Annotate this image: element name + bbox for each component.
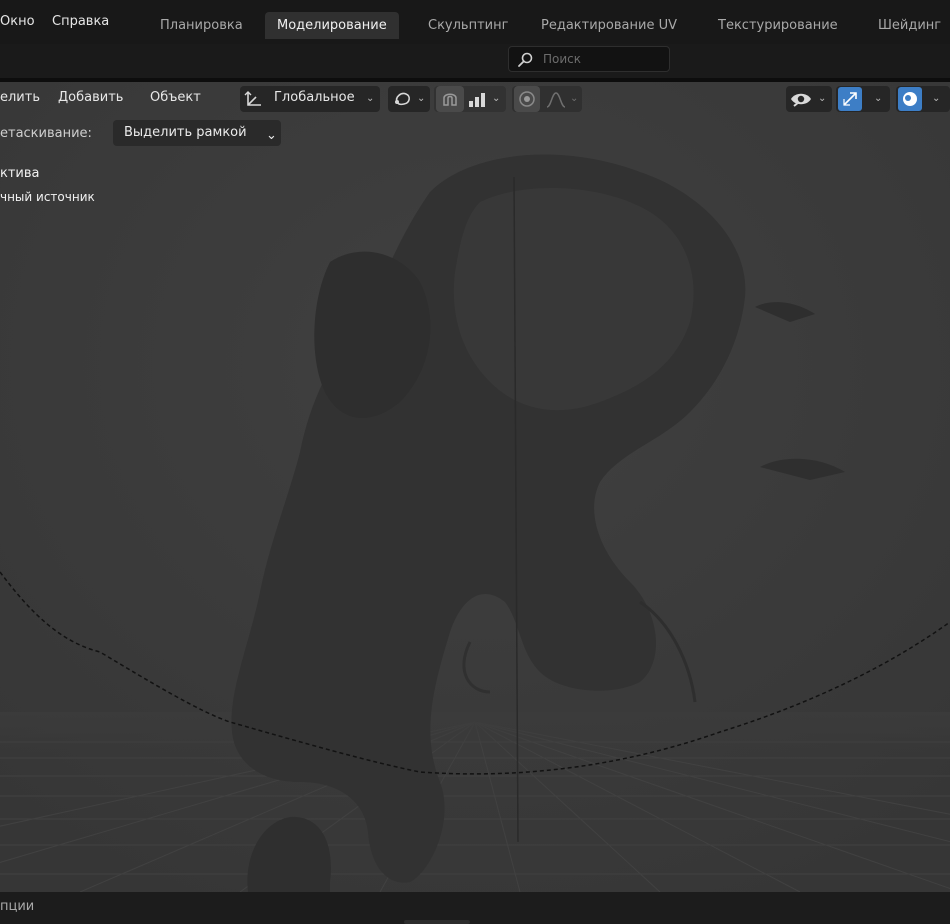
transform-orientation-dropdown[interactable]: Глобальное ⌄ bbox=[240, 86, 380, 112]
tab-uv-editing[interactable]: Редактирование UV bbox=[529, 12, 689, 39]
viewport-object-name: чный источник bbox=[0, 190, 95, 204]
overlays-icon bbox=[903, 92, 917, 106]
search-input[interactable]: Поиск bbox=[508, 46, 670, 72]
overlays-toggle[interactable] bbox=[898, 87, 922, 111]
transform-orientation-icon bbox=[244, 91, 261, 106]
top-bar: Окно Справка Планировка Моделирование Ск… bbox=[0, 0, 950, 44]
tab-layout[interactable]: Планировка bbox=[148, 12, 255, 39]
status-text: пции bbox=[0, 899, 35, 914]
visibility-eye-icon bbox=[791, 93, 811, 107]
chevron-down-icon: ⌄ bbox=[570, 93, 579, 104]
proportional-editing-icon bbox=[519, 91, 535, 107]
menu-select[interactable]: елить bbox=[0, 90, 40, 105]
drag-mode-value: Выделить рамкой bbox=[124, 125, 247, 140]
tab-shading[interactable]: Шейдинг bbox=[866, 12, 950, 39]
drag-mode-label: етаскивание: bbox=[0, 126, 92, 141]
chevron-down-icon: ⌄ bbox=[874, 93, 883, 104]
chevron-down-icon: ⌄ bbox=[818, 93, 827, 104]
chevron-down-icon: ⌄ bbox=[366, 93, 375, 104]
search-row: Поиск bbox=[0, 44, 950, 78]
menu-add[interactable]: Добавить bbox=[58, 90, 123, 105]
drag-mode-dropdown[interactable]: Выделить рамкой ⌄ bbox=[113, 120, 281, 146]
status-bar: пции bbox=[0, 892, 950, 924]
orientation-label: Глобальное bbox=[274, 90, 355, 105]
menu-help[interactable]: Справка bbox=[52, 14, 109, 29]
gizmo-icon bbox=[843, 92, 857, 106]
viewport-view-name: ктива bbox=[0, 166, 40, 181]
gizmo-dropdown[interactable]: ⌄ bbox=[836, 86, 890, 112]
falloff-curve-icon[interactable] bbox=[546, 91, 566, 109]
3d-viewport[interactable]: елить Добавить Объект Глобальное ⌄ ⌄ ⌄ ⌄… bbox=[0, 82, 950, 892]
search-icon bbox=[518, 52, 533, 67]
overlays-dropdown[interactable]: ⌄ bbox=[896, 86, 950, 112]
status-resize-handle[interactable] bbox=[404, 920, 470, 924]
menu-object[interactable]: Объект bbox=[150, 90, 201, 105]
snap-magnet-icon bbox=[443, 93, 457, 106]
snap-group: ⌄ bbox=[434, 86, 506, 112]
gizmo-toggle[interactable] bbox=[838, 87, 862, 111]
proportional-editing-group: ⌄ bbox=[512, 86, 582, 112]
snap-toggle[interactable] bbox=[436, 86, 464, 112]
snap-increment-icon[interactable] bbox=[468, 91, 488, 109]
pivot-point-dropdown[interactable]: ⌄ bbox=[388, 86, 430, 112]
tab-modeling[interactable]: Моделирование bbox=[265, 12, 399, 39]
visibility-dropdown[interactable]: ⌄ bbox=[786, 86, 832, 112]
viewport-scene bbox=[0, 82, 950, 892]
tab-sculpting[interactable]: Скульптинг bbox=[416, 12, 520, 39]
proportional-editing-toggle[interactable] bbox=[514, 86, 540, 112]
search-placeholder: Поиск bbox=[543, 52, 582, 66]
chevron-down-icon: ⌄ bbox=[266, 128, 277, 143]
chevron-down-icon: ⌄ bbox=[417, 93, 426, 104]
chevron-down-icon: ⌄ bbox=[492, 93, 501, 104]
viewport-header: елить Добавить Объект Глобальное ⌄ ⌄ ⌄ ⌄… bbox=[0, 82, 950, 116]
menu-window[interactable]: Окно bbox=[0, 14, 35, 29]
pivot-point-icon bbox=[395, 92, 410, 106]
tab-texture-paint[interactable]: Текстурирование bbox=[706, 12, 850, 39]
chevron-down-icon: ⌄ bbox=[932, 93, 941, 104]
